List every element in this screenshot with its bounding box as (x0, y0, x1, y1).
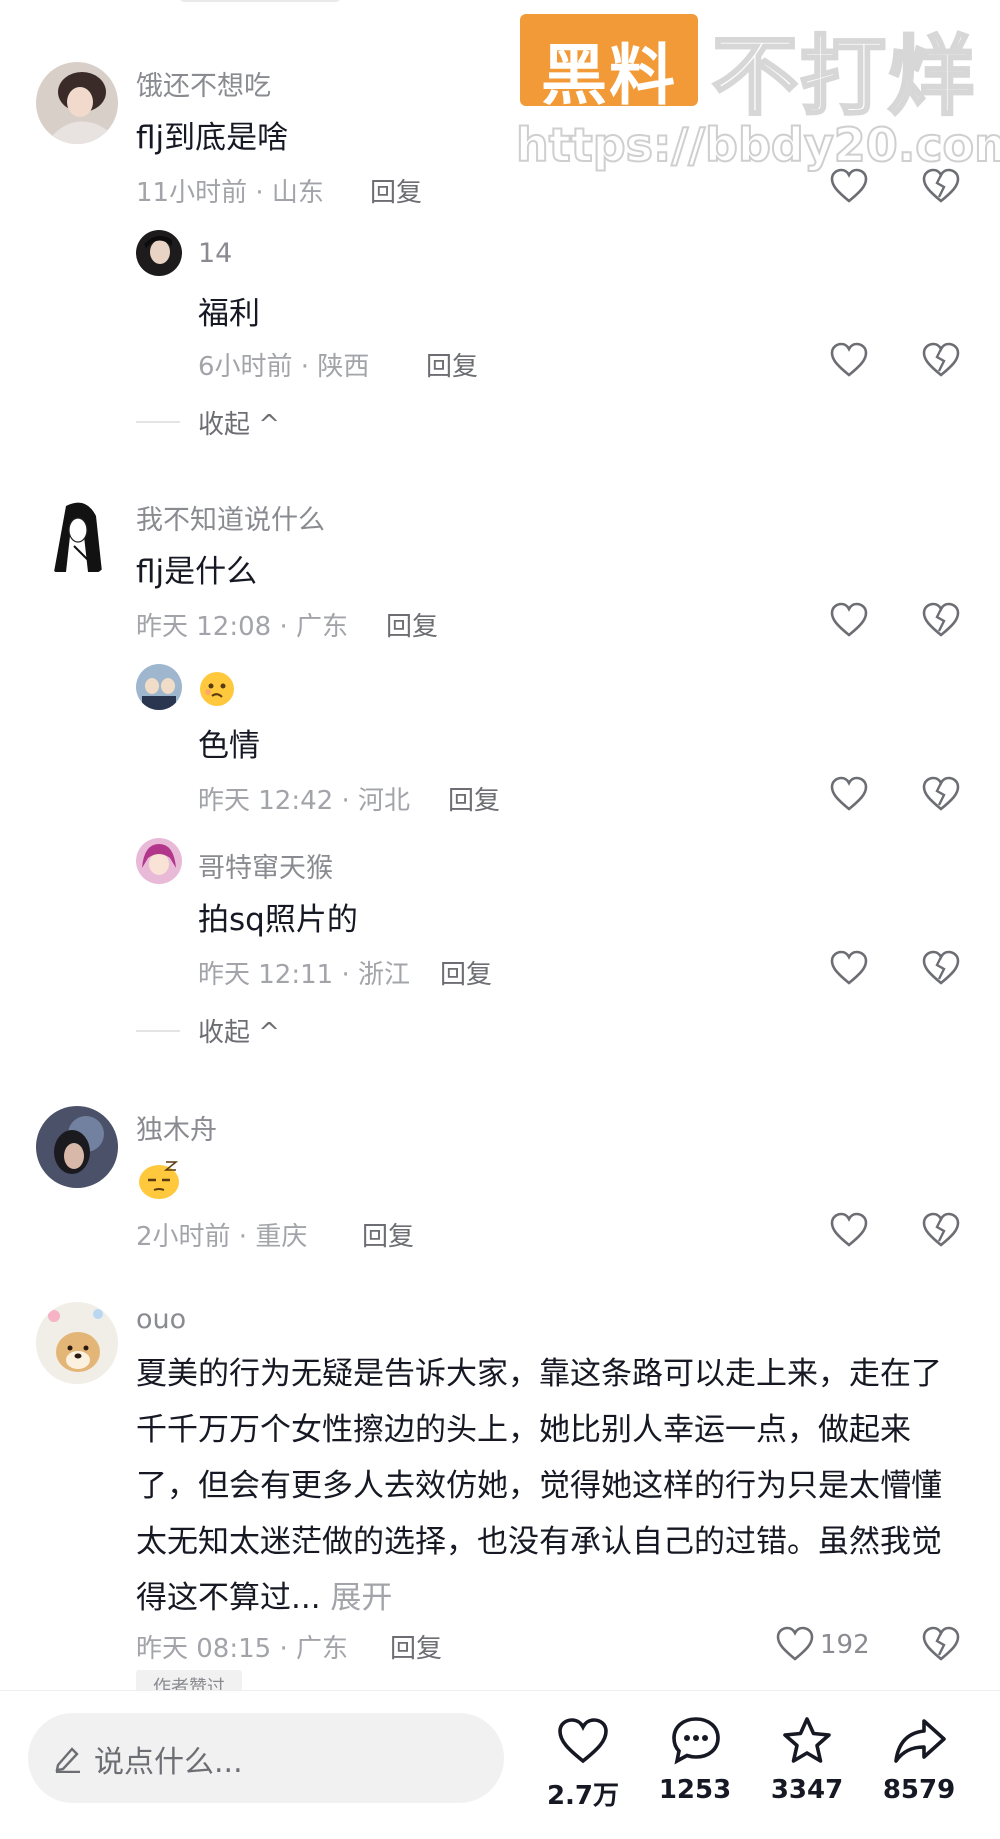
comment-text: flj到底是啥 (136, 120, 289, 156)
like-count: 192 (820, 1630, 870, 1660)
avatar[interactable] (136, 664, 182, 710)
comment-username[interactable]: 饿还不想吃 (136, 64, 271, 103)
avatar[interactable] (36, 1302, 118, 1384)
comment-text: 拍sq照片的 (198, 902, 358, 938)
like-count: 2.7万 (546, 1781, 620, 1811)
comment-meta: 昨天 12:42 · 河北 (198, 786, 410, 816)
comment-meta: 昨天 08:15 · 广东 (136, 1634, 348, 1664)
sleepy-face-emoji-icon (136, 1158, 182, 1200)
heart-icon[interactable] (776, 1626, 814, 1662)
bottom-action-bar: 说点什么... 2.7万 1253 3347 8579 (0, 1690, 1000, 1839)
heart-icon (558, 1718, 608, 1764)
comment-username[interactable]: 14 (198, 238, 232, 269)
comment-count: 1253 (658, 1775, 732, 1805)
avatar[interactable] (136, 230, 182, 276)
comment-icon (672, 1717, 720, 1765)
reply-button[interactable]: 回复 (386, 606, 438, 643)
watermark-slogan: 不打烊 (711, 26, 976, 129)
reply-button[interactable]: 回复 (426, 346, 478, 383)
favorite-button[interactable]: 3347 (752, 1691, 862, 1839)
share-count: 8579 (882, 1775, 956, 1805)
heart-icon[interactable] (830, 168, 868, 204)
comment-username[interactable]: 我不知道说什么 (136, 498, 325, 537)
like-button[interactable]: 2.7万 (528, 1691, 638, 1839)
broken-heart-icon[interactable] (922, 1212, 960, 1248)
heart-icon[interactable] (830, 602, 868, 638)
reply-button[interactable]: 回复 (448, 780, 500, 817)
avatar[interactable] (36, 496, 118, 578)
comment-button[interactable]: 1253 (640, 1691, 750, 1839)
heart-icon[interactable] (830, 1212, 868, 1248)
comment-text: 福利 (198, 296, 260, 332)
collapse-replies-button[interactable]: 收起 ^ (198, 1012, 280, 1049)
comment-input-placeholder: 说点什么... (94, 1745, 243, 1780)
reply-button[interactable]: 回复 (370, 172, 422, 209)
comment-username[interactable]: 哥特窜天猴 (198, 846, 333, 885)
comment-meta: 6小时前 · 陕西 (198, 352, 370, 382)
comment-body: 夏美的行为无疑是告诉大家，靠这条路可以走上来，走在了千千万万个女性擦边的头上，她… (136, 1356, 942, 1616)
reply-button[interactable]: 回复 (440, 954, 492, 991)
share-icon (894, 1719, 946, 1763)
avatar[interactable] (36, 1106, 118, 1188)
broken-heart-icon[interactable] (922, 342, 960, 378)
reply-button[interactable]: 回复 (362, 1216, 414, 1253)
reply-button[interactable]: 回复 (390, 1628, 442, 1665)
comment-meta: 11小时前 · 山东 (136, 178, 324, 208)
collapse-replies-button[interactable]: 收起 ^ (198, 404, 280, 441)
previous-meta-fragment (180, 0, 340, 2)
divider (136, 1030, 180, 1032)
comment-input[interactable]: 说点什么... (28, 1713, 504, 1803)
expand-button[interactable]: 展开 (330, 1580, 392, 1616)
pencil-icon (55, 1747, 80, 1773)
star-icon (783, 1717, 831, 1763)
comment-meta: 昨天 12:08 · 广东 (136, 612, 348, 642)
broken-heart-icon[interactable] (922, 950, 960, 986)
comment-username[interactable]: 独木舟 (136, 1108, 217, 1147)
heart-icon[interactable] (830, 950, 868, 986)
comment-text: 夏美的行为无疑是告诉大家，靠这条路可以走上来，走在了千千万万个女性擦边的头上，她… (136, 1346, 956, 1626)
share-button[interactable]: 8579 (864, 1691, 974, 1839)
broken-heart-icon[interactable] (922, 168, 960, 204)
comment-text: flj是什么 (136, 554, 258, 590)
comment-text: 色情 (198, 728, 260, 764)
broken-heart-icon[interactable] (922, 776, 960, 812)
heart-icon[interactable] (830, 776, 868, 812)
comment-meta: 昨天 12:11 · 浙江 (198, 960, 410, 990)
dizzy-face-emoji-icon (198, 670, 236, 708)
avatar[interactable] (136, 838, 182, 884)
broken-heart-icon[interactable] (922, 602, 960, 638)
comment-username[interactable]: ouo (136, 1304, 186, 1335)
favorite-count: 3347 (770, 1775, 844, 1805)
avatar[interactable] (36, 62, 118, 144)
comment-meta: 2小时前 · 重庆 (136, 1222, 308, 1252)
heart-icon[interactable] (830, 342, 868, 378)
divider (136, 421, 180, 423)
watermark-url: https://bbdy20.com (515, 117, 1000, 173)
watermark-logo: 黑料 (520, 14, 698, 114)
broken-heart-icon[interactable] (922, 1626, 960, 1662)
